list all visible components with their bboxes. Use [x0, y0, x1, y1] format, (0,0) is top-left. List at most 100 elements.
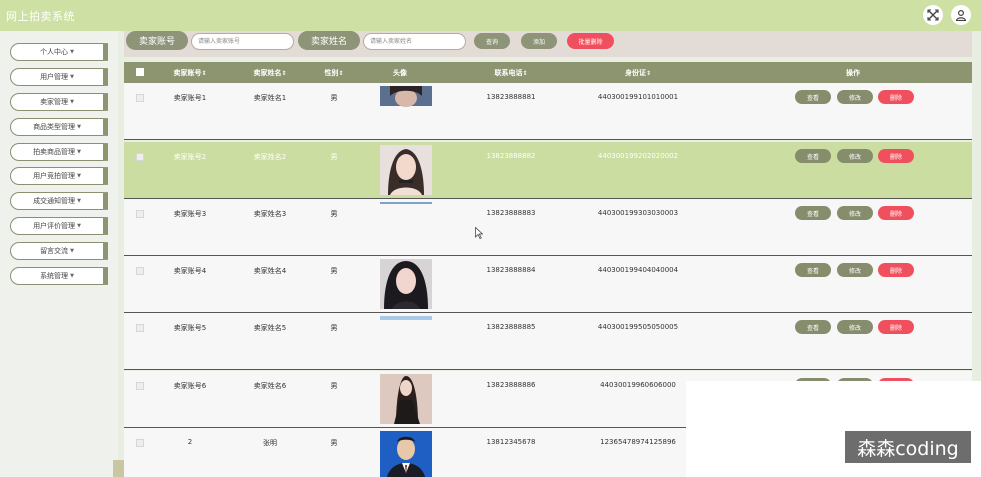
edit-button[interactable]: 修改 — [837, 263, 873, 277]
sidebar-item-label: 用户管理 — [40, 73, 69, 81]
sort-icon[interactable]: ⇕ — [522, 70, 527, 77]
avatar — [380, 259, 432, 309]
view-button[interactable]: 查看 — [795, 90, 831, 104]
fullscreen-icon — [927, 9, 939, 21]
edit-button[interactable]: 修改 — [837, 149, 873, 163]
sort-icon[interactable]: ⇕ — [281, 70, 286, 77]
cell-id-card: 440300199202020002 — [597, 152, 679, 160]
edit-button[interactable]: 修改 — [837, 206, 873, 220]
sort-icon[interactable]: ⇕ — [338, 70, 343, 77]
cell-phone: 13823888882 — [486, 152, 536, 160]
cell-gender: 男 — [330, 153, 338, 161]
cell-phone: 13823888883 — [486, 209, 536, 217]
cell-id-card: 440300199505050005 — [597, 323, 679, 331]
cell-name: 卖家姓名4 — [253, 267, 287, 275]
column-header-label: 身份证 — [624, 69, 646, 77]
cell-id-card: 44030019960606000 — [600, 381, 676, 389]
watermark: 森森coding — [845, 431, 971, 463]
view-button[interactable]: 查看 — [795, 320, 831, 334]
row-checkbox[interactable] — [136, 439, 144, 447]
seller-name-input[interactable] — [363, 33, 466, 50]
fullscreen-button[interactable] — [923, 5, 943, 25]
cell-account: 卖家账号5 — [173, 324, 207, 332]
row-checkbox[interactable] — [136, 153, 144, 161]
cell-account: 卖家账号2 — [173, 153, 207, 161]
sidebar-item[interactable]: 成交通知管理 ▼ — [10, 192, 108, 210]
delete-button[interactable]: 删除 — [878, 263, 914, 277]
sidebar-item-label: 卖家管理 — [40, 98, 69, 106]
delete-button[interactable]: 删除 — [878, 90, 914, 104]
user-icon — [955, 9, 967, 21]
app-title: 网上拍卖系统 — [6, 10, 75, 23]
cell-phone: 13812345678 — [486, 438, 536, 446]
column-header-label: 操作 — [846, 69, 860, 77]
sidebar-item-label: 用户评价管理 — [33, 222, 76, 230]
column-header[interactable]: 卖家姓名⇕ — [253, 68, 286, 78]
avatar — [380, 86, 432, 136]
column-header-label: 头像 — [393, 69, 407, 77]
row-checkbox[interactable] — [136, 382, 144, 390]
sidebar-item[interactable]: 商品类型管理 ▼ — [10, 118, 108, 136]
batch-delete-button[interactable]: 批量删除 — [567, 33, 614, 49]
query-button[interactable]: 查询 — [474, 33, 510, 49]
column-header[interactable]: 联系电话⇕ — [494, 68, 527, 78]
cell-name: 卖家姓名1 — [253, 94, 287, 102]
sidebar-item-label: 拍卖商品管理 — [33, 148, 76, 156]
add-button[interactable]: 添加 — [521, 33, 557, 49]
table-row[interactable]: 卖家账号2 卖家姓名2 男 13823888882 440300199202020002… — [124, 142, 972, 199]
chevron-down-icon: ▼ — [70, 49, 74, 55]
delete-button[interactable]: 删除 — [878, 320, 914, 334]
cell-name: 张明 — [263, 439, 277, 447]
cell-gender: 男 — [330, 324, 338, 332]
side-strip — [113, 460, 124, 477]
sidebar-item[interactable]: 用户评价管理 ▼ — [10, 217, 108, 235]
seller-account-input[interactable] — [191, 33, 294, 50]
delete-button[interactable]: 删除 — [878, 206, 914, 220]
sort-icon[interactable]: ⇕ — [201, 70, 206, 77]
sidebar-item[interactable]: 卖家管理 ▼ — [10, 93, 108, 111]
select-all-checkbox[interactable] — [136, 68, 144, 76]
column-header: 操作 — [846, 68, 860, 78]
row-checkbox[interactable] — [136, 324, 144, 332]
sidebar-item[interactable]: 留言交流 ▼ — [10, 242, 108, 260]
avatar — [380, 431, 432, 477]
avatar — [380, 145, 432, 195]
view-button[interactable]: 查看 — [795, 206, 831, 220]
table-row[interactable]: 卖家账号4 卖家姓名4 男 13823888884 440300199404040004… — [124, 256, 972, 313]
column-header[interactable]: 身份证⇕ — [625, 68, 651, 78]
sidebar-item-label: 系统管理 — [40, 272, 69, 280]
sidebar-item[interactable]: 用户竞拍管理 ▼ — [10, 167, 108, 185]
user-button[interactable] — [951, 5, 971, 25]
cell-phone: 13823888886 — [486, 381, 536, 389]
cell-name: 卖家姓名5 — [253, 324, 287, 332]
chevron-down-icon: ▼ — [77, 173, 81, 179]
chevron-down-icon: ▼ — [77, 124, 81, 130]
cell-phone: 13823888881 — [486, 93, 536, 101]
delete-button[interactable]: 删除 — [878, 149, 914, 163]
avatar — [380, 374, 432, 424]
edit-button[interactable]: 修改 — [837, 320, 873, 334]
table-row[interactable]: 卖家账号5 卖家姓名5 男 13823888885 440300199505050005… — [124, 313, 972, 370]
chevron-down-icon: ▼ — [70, 273, 74, 279]
cell-gender: 男 — [330, 94, 338, 102]
avatar — [380, 316, 432, 366]
table-row[interactable]: 卖家账号3 卖家姓名3 男 13823888883 440300199303030003… — [124, 199, 972, 256]
sidebar-item[interactable]: 个人中心 ▼ — [10, 43, 108, 61]
row-checkbox[interactable] — [136, 267, 144, 275]
chevron-down-icon: ▼ — [77, 149, 81, 155]
view-button[interactable]: 查看 — [795, 149, 831, 163]
sidebar-item-label: 个人中心 — [40, 48, 69, 56]
view-button[interactable]: 查看 — [795, 263, 831, 277]
table-row[interactable]: 卖家账号1 卖家姓名1 男 13823888881 440300199101010001… — [124, 83, 972, 140]
sidebar-item[interactable]: 拍卖商品管理 ▼ — [10, 143, 108, 161]
column-header[interactable]: 性别⇕ — [324, 68, 343, 78]
edit-button[interactable]: 修改 — [837, 90, 873, 104]
sidebar-item[interactable]: 用户管理 ▼ — [10, 68, 108, 86]
cell-gender: 男 — [330, 267, 338, 275]
row-checkbox[interactable] — [136, 210, 144, 218]
column-header[interactable]: 卖家账号⇕ — [173, 68, 206, 78]
sort-icon[interactable]: ⇕ — [646, 70, 651, 77]
sidebar: 个人中心 ▼ 用户管理 ▼ 卖家管理 ▼ 商品类型管理 ▼ 拍卖商品管理 ▼ 用户竞拍管理 ▼ 成交通知… — [0, 31, 118, 477]
row-checkbox[interactable] — [136, 94, 144, 102]
sidebar-item[interactable]: 系统管理 ▼ — [10, 267, 108, 285]
